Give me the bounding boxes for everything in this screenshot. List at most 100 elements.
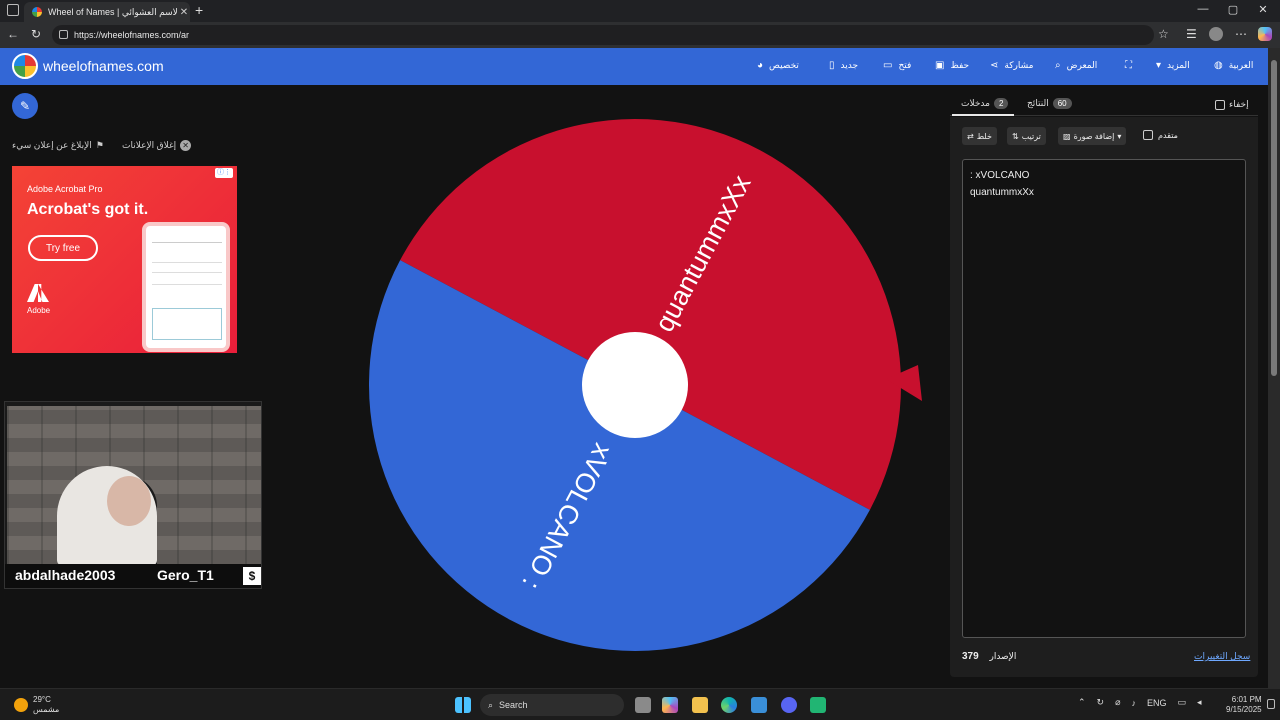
sort-button[interactable]: ⇅ ترتيب — [1007, 127, 1046, 145]
close-window-button[interactable]: ✕ — [1248, 3, 1278, 16]
clock[interactable]: 6:01 PM 9/15/2025 — [1226, 695, 1262, 715]
notification-icon[interactable] — [1267, 699, 1275, 709]
close-ads-link[interactable]: إغلاق الإعلانات ✕ — [122, 140, 192, 151]
maximize-button[interactable]: ▢ — [1218, 3, 1248, 16]
shuffle-button[interactable]: ⇄ خلط — [962, 127, 997, 145]
system-tray: ⌃ ↻ ⌀ ♪ ENG ▭ ◂ — [1078, 697, 1202, 708]
favorites-icon[interactable]: ☰ — [1186, 27, 1197, 41]
file-explorer-icon[interactable] — [692, 697, 708, 713]
language-indicator[interactable]: ENG — [1147, 698, 1167, 708]
nav-gallery[interactable]: ⌕ المعرض — [1055, 60, 1097, 71]
monitor-icon[interactable]: ▭ — [1178, 697, 1187, 708]
edge-browser-icon[interactable] — [721, 697, 737, 713]
taskbar-search[interactable]: ⌕ Search — [480, 694, 624, 716]
tray-chevron-up-icon[interactable]: ⌃ — [1078, 697, 1086, 708]
shuffle-icon: ⇄ — [967, 131, 974, 141]
tab-results-label: النتائج — [1027, 98, 1049, 108]
changelog-link[interactable]: سجل التغييرات — [1194, 651, 1250, 662]
close-ads-label: إغلاق الإعلانات — [122, 140, 177, 150]
save-icon: ▣ — [935, 60, 945, 71]
favicon-icon — [32, 7, 42, 17]
site-header: wheelofnames.com ◕ تخصيص ▯ جديد ▭ فتح ▣ … — [0, 48, 1268, 85]
wheel-center-hub[interactable] — [582, 332, 688, 438]
chevron-down-icon: ▾ — [1156, 60, 1162, 71]
nav-new[interactable]: ▯ جديد — [829, 60, 858, 71]
report-ad-link[interactable]: الإبلاغ عن إعلان سيء ⚑ — [12, 140, 104, 151]
sort-label: ترتيب — [1021, 131, 1041, 141]
entries-panel-body: ⇄ خلط ⇅ ترتيب ▨ إضافة صورة ▾ متقدم : xVO… — [950, 117, 1258, 677]
weather-desc: مشمس — [33, 705, 60, 714]
start-windows-icon[interactable] — [455, 697, 471, 713]
nav-gallery-label: المعرض — [1066, 60, 1098, 70]
tab-results[interactable]: النتائج 60 — [1027, 98, 1072, 109]
favorite-star-icon[interactable]: ☆ — [1158, 27, 1169, 41]
active-tab-indicator — [952, 114, 1014, 116]
ad-info-icon[interactable]: ⓘ⋮ — [215, 168, 233, 178]
copilot-icon[interactable] — [1258, 27, 1272, 41]
fullscreen-button[interactable]: ⛶ — [1125, 60, 1132, 71]
browser-tab[interactable]: Wheel of Names | الاسم العشوائي ✕ — [24, 2, 190, 22]
advanced-checkbox-box[interactable] — [1143, 130, 1153, 140]
site-name[interactable]: wheelofnames.com — [43, 58, 164, 74]
store-icon[interactable] — [751, 697, 767, 713]
weather-sun-icon — [14, 698, 28, 712]
wheel[interactable]: quantummxXxxVOLCANO : — [369, 119, 901, 651]
site-logo-icon[interactable] — [12, 53, 38, 79]
browser-menu-icon[interactable] — [7, 4, 19, 16]
ad-brand: Adobe — [27, 306, 51, 315]
tab-close-icon[interactable]: ✕ — [178, 7, 190, 18]
edit-button[interactable]: ✎ — [12, 93, 38, 119]
webcam-name-left: abdalhade2003 — [15, 567, 116, 583]
profile-avatar[interactable] — [1209, 27, 1223, 41]
version-label: الإصدار — [989, 651, 1017, 661]
nav-more[interactable]: ▾ المزيد — [1156, 60, 1190, 71]
ad-cta-button[interactable]: Try free — [28, 235, 98, 261]
site-info-icon[interactable] — [59, 30, 68, 39]
network-icon[interactable]: ⌀ — [1115, 697, 1120, 708]
webcam-name-bar: abdalhade2003 Gero_T1 $ — [5, 564, 261, 588]
hide-checkbox[interactable]: إخفاء — [1215, 99, 1249, 110]
tab-entries[interactable]: مدخلات 2 — [961, 98, 1009, 109]
nav-share[interactable]: ⋖ مشاركة — [990, 60, 1033, 71]
minimize-button[interactable]: — — [1188, 3, 1218, 15]
browser-tab-title: Wheel of Names | الاسم العشوائي — [48, 6, 178, 17]
url-field[interactable]: https://wheelofnames.com/ar — [52, 25, 1154, 45]
copilot-app-icon[interactable] — [662, 697, 678, 713]
volume-icon[interactable]: ◂ — [1197, 697, 1202, 708]
task-view-icon[interactable] — [635, 697, 651, 713]
add-image-dropdown[interactable]: ▨ إضافة صورة ▾ — [1058, 127, 1127, 145]
nav-save[interactable]: ▣ حفظ — [935, 60, 969, 71]
nav-open[interactable]: ▭ فتح — [883, 60, 911, 71]
address-bar-row: ← ↻ https://wheelofnames.com/ar ☆ ☰ ⋯ — [0, 22, 1280, 48]
taskbar-search-placeholder: Search — [499, 700, 528, 710]
version-info: 379 الإصدار — [962, 651, 1016, 662]
refresh-icon[interactable]: ↻ — [31, 27, 41, 41]
entries-textarea[interactable]: : xVOLCANO quantummxXx — [962, 159, 1246, 638]
entry-line: : xVOLCANO — [970, 170, 1030, 181]
clock-date: 9/15/2025 — [1226, 705, 1262, 714]
report-ad-label: الإبلاغ عن إعلان سيء — [12, 140, 92, 150]
back-icon[interactable]: ← — [7, 27, 19, 41]
new-tab-button[interactable]: + — [195, 2, 203, 18]
advanced-label: متقدم — [1158, 130, 1178, 140]
clock-time: 6:01 PM — [1231, 695, 1262, 704]
advanced-checkbox[interactable]: متقدم — [1143, 130, 1178, 140]
hide-checkbox-box[interactable] — [1215, 99, 1225, 110]
main-area: ✎ الإبلاغ عن إعلان سيء ⚑ إغلاق الإعلانات… — [0, 85, 1268, 688]
folder-icon: ▭ — [883, 60, 893, 71]
more-options-icon[interactable]: ⋯ — [1235, 27, 1247, 41]
sync-icon[interactable]: ↻ — [1097, 697, 1105, 708]
chat-app-icon[interactable] — [810, 697, 826, 713]
microphone-icon[interactable]: ♪ — [1132, 698, 1137, 708]
flag-icon: ⚑ — [95, 140, 104, 150]
weather-widget[interactable]: 29°C مشمس — [14, 695, 59, 715]
pencil-icon: ✎ — [19, 99, 31, 113]
scrollbar-thumb[interactable] — [1271, 60, 1277, 376]
sort-icon: ⇅ — [1012, 131, 1019, 141]
discord-icon[interactable] — [781, 697, 797, 713]
share-icon: ⋖ — [990, 60, 999, 71]
nav-language[interactable]: ◍ العربية — [1214, 60, 1253, 71]
nav-customize[interactable]: ◕ تخصيص — [757, 60, 799, 71]
ad-banner[interactable]: ⓘ⋮ Adobe Acrobat Pro Acrobat's got it. T… — [12, 166, 237, 353]
page-scrollbar[interactable] — [1268, 48, 1280, 688]
